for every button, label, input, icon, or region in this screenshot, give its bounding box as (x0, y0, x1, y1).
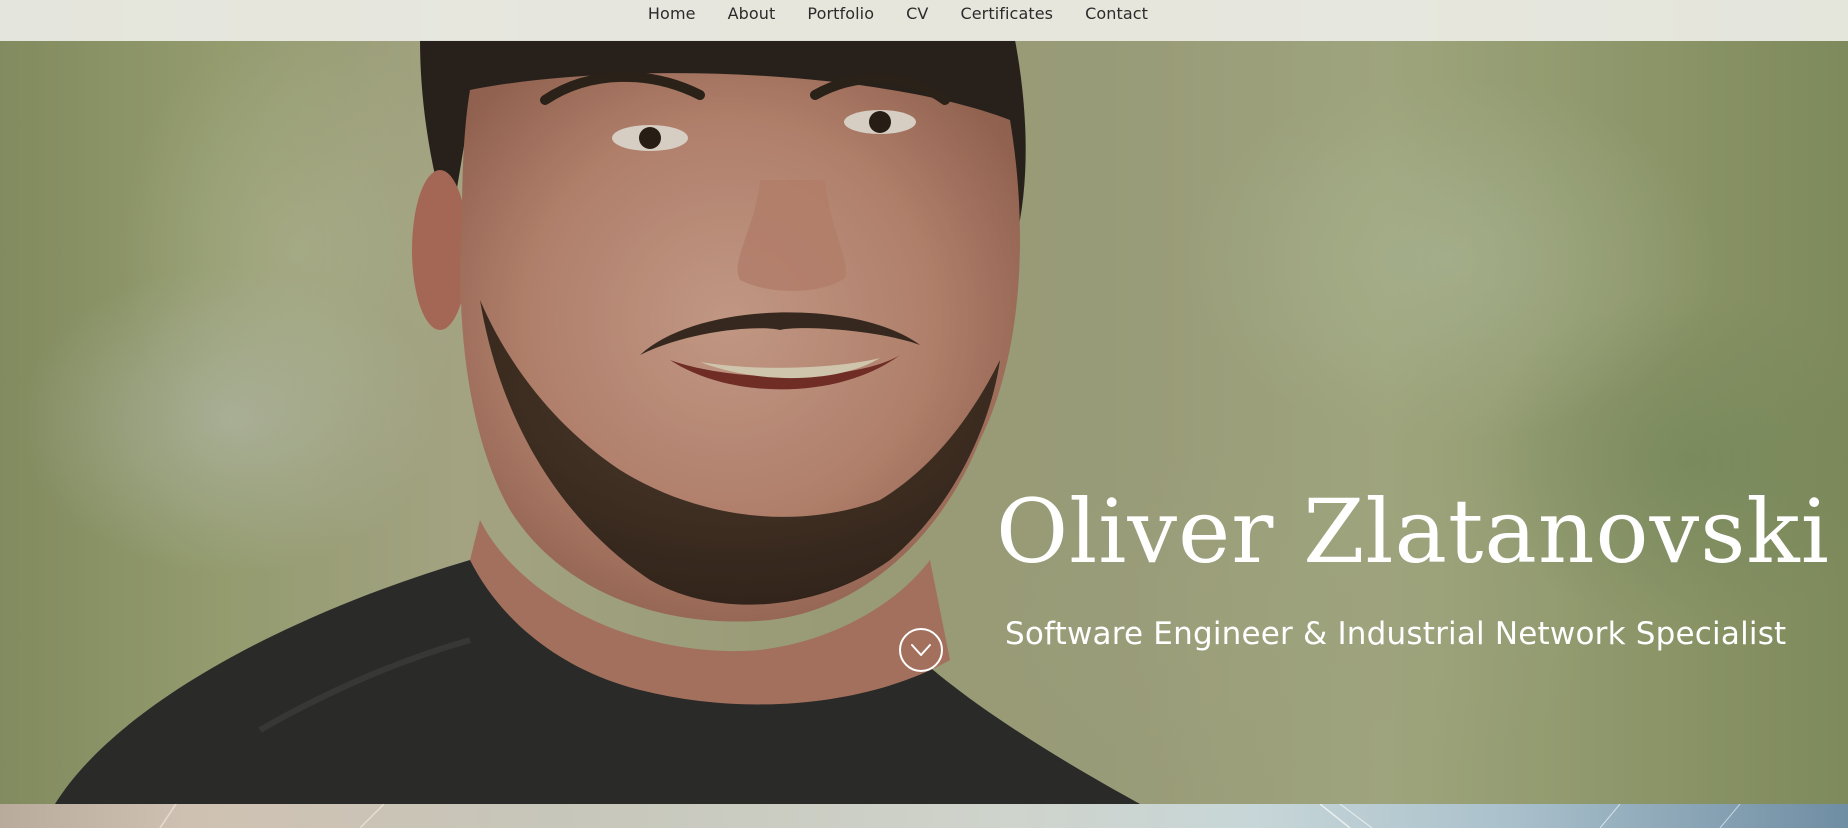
nav-item-portfolio[interactable]: Portfolio (791, 4, 890, 23)
nav-item-cv[interactable]: CV (890, 4, 944, 23)
hero-section: Oliver Zlatanovski Software Engineer & I… (0, 0, 1848, 804)
nav-item-about[interactable]: About (712, 4, 792, 23)
nav-item-contact[interactable]: Contact (1069, 4, 1164, 23)
hero-overlay (0, 0, 1848, 804)
nav-item-home[interactable]: Home (632, 4, 712, 23)
scroll-down-button[interactable] (899, 628, 943, 672)
next-section-background (0, 804, 1848, 828)
nav-menu: Home About Portfolio CV Certificates Con… (632, 4, 1164, 23)
nav-item-certificates[interactable]: Certificates (944, 4, 1069, 23)
next-section-pattern (159, 804, 1741, 828)
hero-name-heading: Oliver Zlatanovski (996, 480, 1830, 583)
hero-subtitle: Software Engineer & Industrial Network S… (1005, 616, 1787, 652)
top-navbar: Home About Portfolio CV Certificates Con… (0, 0, 1848, 41)
chevron-down-icon (911, 644, 931, 656)
